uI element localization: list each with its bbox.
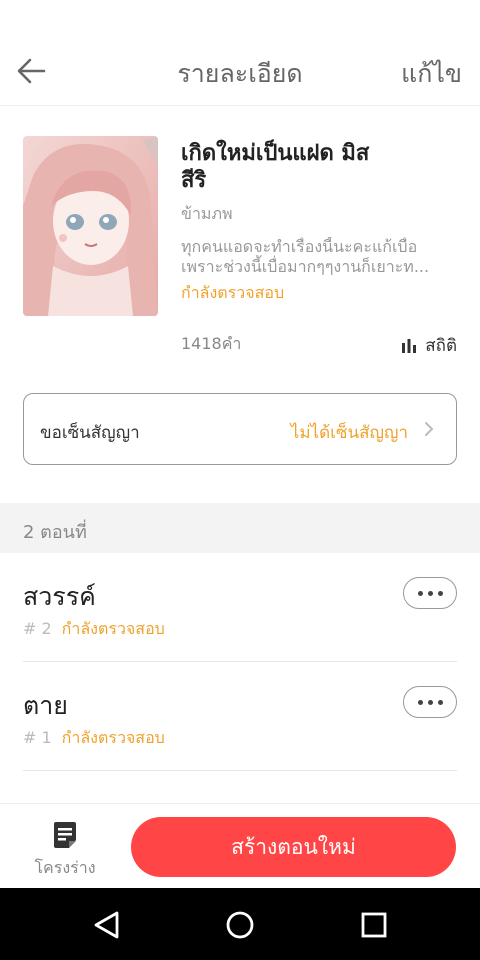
stats-label: สถิติ [425, 336, 457, 356]
arrow-left-icon [17, 58, 46, 84]
chapter-meta: # 1 กำลังตรวจสอบ [23, 726, 165, 751]
draft-button[interactable]: โครงร่าง [30, 820, 100, 881]
edit-button[interactable]: แก้ไข [401, 54, 462, 94]
more-options-button[interactable] [403, 686, 457, 718]
book-info: เกิดใหม่เป็นแฝด มิส สีริ ข้ามภพ ทุกคนแอด… [23, 136, 457, 360]
word-count: 1418คำ [181, 334, 242, 353]
recents-square-icon[interactable] [357, 908, 391, 942]
more-icon-dot [437, 590, 443, 596]
more-icon-dot [437, 699, 443, 705]
bottom-action-bar: โครงร่าง สร้างตอนใหม่ [0, 803, 480, 888]
chapter-item[interactable]: สวรรค์ # 2 กำลังตรวจสอบ [23, 553, 457, 662]
book-cover-image[interactable] [23, 136, 158, 316]
contract-label: ขอเซ็นสัญญา [40, 423, 140, 443]
more-icon-dot [427, 699, 433, 705]
more-icon-dot [417, 590, 423, 596]
system-navigation-bar [0, 888, 480, 960]
book-status: กำลังตรวจสอบ [181, 283, 285, 302]
more-options-button[interactable] [403, 577, 457, 609]
chapter-status: กำลังตรวจสอบ [61, 619, 165, 638]
book-description: ทุกคนแอดจะทำเรื่องนี้นะคะแก้เบื่อ เพราะช… [181, 237, 430, 276]
chapter-meta: # 2 กำลังตรวจสอบ [23, 617, 165, 642]
bar-chart-icon [402, 338, 417, 353]
chevron-right-icon [425, 422, 434, 436]
contract-status: ไม่ได้เซ็นสัญญา [290, 423, 408, 443]
back-button[interactable] [14, 53, 50, 89]
chapters-count: 2 ตอนที่ [23, 522, 87, 543]
chapter-item[interactable]: ตาย # 1 กำลังตรวจสอบ [23, 662, 457, 771]
create-chapter-button[interactable]: สร้างตอนใหม่ [131, 817, 456, 877]
back-triangle-icon[interactable] [90, 908, 124, 942]
note-icon [54, 822, 76, 848]
book-details: เกิดใหม่เป็นแฝด มิส สีริ ข้ามภพ ทุกคนแอด… [181, 140, 457, 306]
chapters-section-header: 2 ตอนที่ [0, 503, 480, 553]
chapter-number: # 2 [23, 619, 52, 638]
home-circle-icon[interactable] [223, 908, 257, 942]
chapter-number: # 1 [23, 728, 52, 747]
chapter-status: กำลังตรวจสอบ [61, 728, 165, 747]
chapter-title: สวรรค์ [23, 582, 96, 611]
book-category: ข้ามภพ [181, 204, 233, 223]
chapter-title: ตาย [23, 691, 68, 720]
contract-row[interactable]: ขอเซ็นสัญญา ไม่ได้เซ็นสัญญา [23, 393, 457, 465]
book-title: เกิดใหม่เป็นแฝด มิส สีริ [181, 141, 370, 193]
more-icon-dot [427, 590, 433, 596]
more-icon-dot [417, 699, 423, 705]
status-bar-space [0, 0, 480, 36]
app-header: รายละเอียด แก้ไข [0, 36, 480, 106]
draft-label: โครงร่าง [34, 858, 96, 877]
stats-button[interactable]: สถิติ [401, 332, 457, 359]
